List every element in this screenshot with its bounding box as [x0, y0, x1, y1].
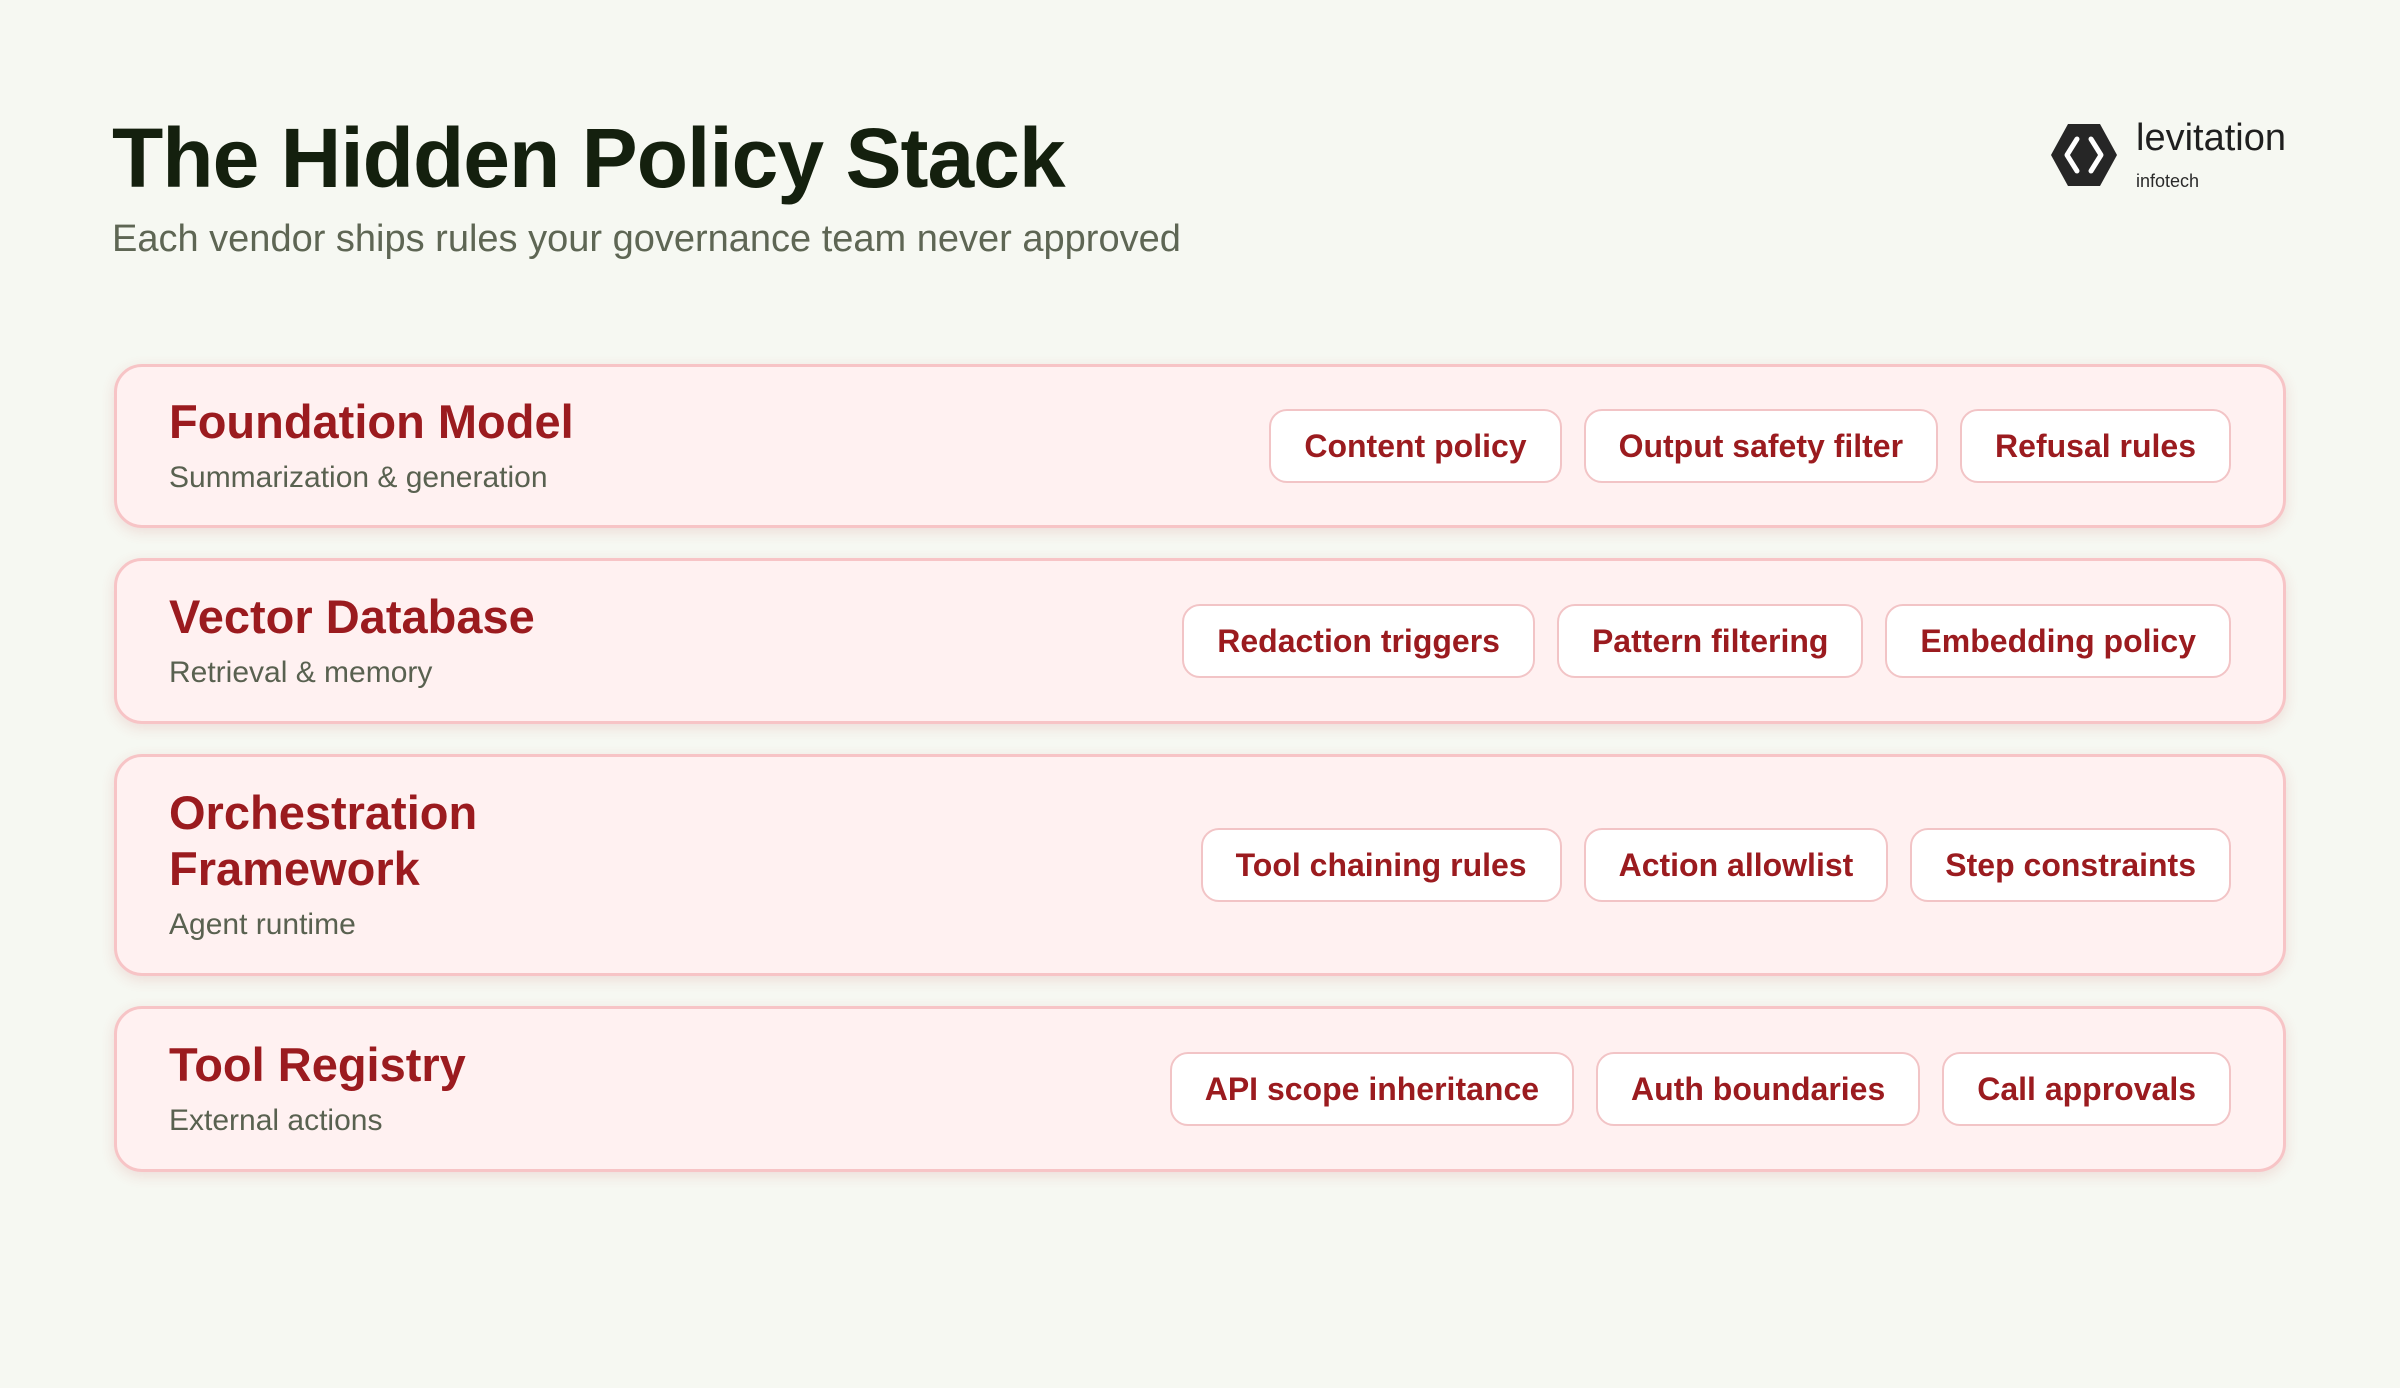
layer-description: External actions [169, 1104, 383, 1137]
policy-tags: API scope inheritance Auth boundaries Ca… [1169, 1052, 2231, 1126]
logo-text: levitation infotech [2136, 116, 2286, 194]
layer-card-vector-database: Vector Database Retrieval & memory Redac… [114, 558, 2286, 724]
policy-tag: API scope inheritance [1169, 1052, 1575, 1126]
layer-card-tool-registry: Tool Registry External actions API scope… [114, 1006, 2286, 1172]
policy-tags: Redaction triggers Pattern filtering Emb… [1182, 604, 2231, 678]
header: The Hidden Policy Stack Each vendor ship… [112, 108, 1181, 264]
policy-tag: Embedding policy [1885, 604, 2231, 678]
layer-info: Vector Database Retrieval & memory [169, 589, 535, 693]
policy-tag: Refusal rules [1960, 409, 2231, 483]
policy-tag: Redaction triggers [1182, 604, 1535, 678]
layer-title: Tool Registry [169, 1038, 466, 1091]
policy-tag: Call approvals [1942, 1052, 2231, 1126]
policy-tag: Pattern filtering [1556, 604, 1864, 678]
page: The Hidden Policy Stack Each vendor ship… [0, 0, 2400, 1388]
brand-logo: levitation infotech [2048, 116, 2286, 194]
logo-subtitle: infotech [2136, 171, 2200, 191]
policy-tag: Output safety filter [1583, 409, 1939, 483]
hexagon-brackets-icon [2051, 124, 2118, 186]
policy-tag: Content policy [1269, 409, 1562, 483]
layer-title: Orchestration Framework [169, 786, 478, 895]
policy-tags: Content policy Output safety filter Refu… [1269, 409, 2231, 483]
page-subtitle: Each vendor ships rules your governance … [112, 218, 1181, 260]
policy-tags: Tool chaining rules Action allowlist Ste… [1200, 828, 2231, 902]
policy-stack: Foundation Model Summarization & generat… [114, 364, 2286, 1202]
layer-info: Orchestration Framework Agent runtime [169, 785, 589, 945]
layer-card-foundation-model: Foundation Model Summarization & generat… [114, 364, 2286, 528]
policy-tag: Step constraints [1910, 828, 2231, 902]
layer-title: Vector Database [169, 590, 535, 643]
policy-tag: Action allowlist [1583, 828, 1889, 902]
logo-name: levitation [2136, 117, 2286, 159]
layer-description: Agent runtime [169, 908, 356, 941]
layer-description: Retrieval & memory [169, 656, 433, 689]
layer-description: Summarization & generation [169, 461, 548, 494]
layer-info: Tool Registry External actions [169, 1037, 466, 1141]
layer-info: Foundation Model Summarization & generat… [169, 394, 574, 498]
layer-card-orchestration-framework: Orchestration Framework Agent runtime To… [114, 754, 2286, 976]
page-title: The Hidden Policy Stack [112, 111, 1066, 205]
layer-title: Foundation Model [169, 395, 574, 448]
policy-tag: Auth boundaries [1596, 1052, 1921, 1126]
policy-tag: Tool chaining rules [1200, 828, 1562, 902]
